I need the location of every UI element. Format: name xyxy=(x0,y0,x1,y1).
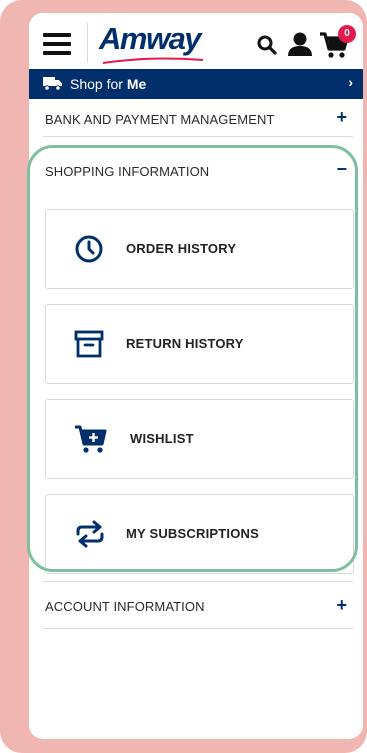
return-history-label: RETURN HISTORY xyxy=(126,336,244,351)
cart-count-badge: 0 xyxy=(338,25,356,43)
section-bank-payment[interactable]: BANK AND PAYMENT MANAGEMENT + xyxy=(43,102,353,137)
shop-for-prefix: Shop for xyxy=(70,76,123,92)
shop-for-label: Shop for Me xyxy=(70,76,146,92)
return-history-card[interactable]: RETURN HISTORY xyxy=(45,304,354,384)
truck-icon xyxy=(43,77,62,91)
wishlist-card[interactable]: WISHLIST xyxy=(45,399,354,479)
order-history-card[interactable]: ORDER HISTORY xyxy=(45,209,354,289)
header-divider xyxy=(87,23,88,63)
my-subscriptions-label: MY SUBSCRIPTIONS xyxy=(126,526,259,541)
wishlist-label: WISHLIST xyxy=(130,431,194,446)
order-history-label: ORDER HISTORY xyxy=(126,241,237,256)
clock-icon xyxy=(75,235,103,263)
chevron-right-icon: › xyxy=(348,74,353,90)
expand-plus-icon: + xyxy=(336,107,347,127)
phone-screen: Amway 0 Shop for Me › BANK AND PAYMENT M… xyxy=(29,13,363,739)
user-icon[interactable] xyxy=(287,31,313,57)
collapse-minus-icon: − xyxy=(336,159,347,179)
shop-for-bar[interactable]: Shop for Me › xyxy=(29,69,363,99)
section-label: SHOPPING INFORMATION xyxy=(45,164,210,179)
hamburger-menu-icon[interactable] xyxy=(43,33,71,57)
shop-for-who: Me xyxy=(126,76,147,92)
expand-plus-icon: + xyxy=(336,595,347,615)
section-label: ACCOUNT INFORMATION xyxy=(45,599,205,614)
header: Amway 0 xyxy=(29,13,363,69)
section-shopping-information[interactable]: SHOPPING INFORMATION − xyxy=(43,154,353,188)
cart-plus-icon xyxy=(75,425,107,453)
my-subscriptions-card[interactable]: MY SUBSCRIPTIONS xyxy=(45,494,354,574)
repeat-icon xyxy=(76,520,104,548)
logo-swoosh-icon xyxy=(102,57,204,64)
section-account-information[interactable]: ACCOUNT INFORMATION + xyxy=(43,581,353,629)
archive-box-icon xyxy=(74,330,104,358)
search-icon[interactable] xyxy=(257,35,277,55)
amway-logo[interactable]: Amway xyxy=(99,21,202,57)
section-label: BANK AND PAYMENT MANAGEMENT xyxy=(45,112,275,127)
